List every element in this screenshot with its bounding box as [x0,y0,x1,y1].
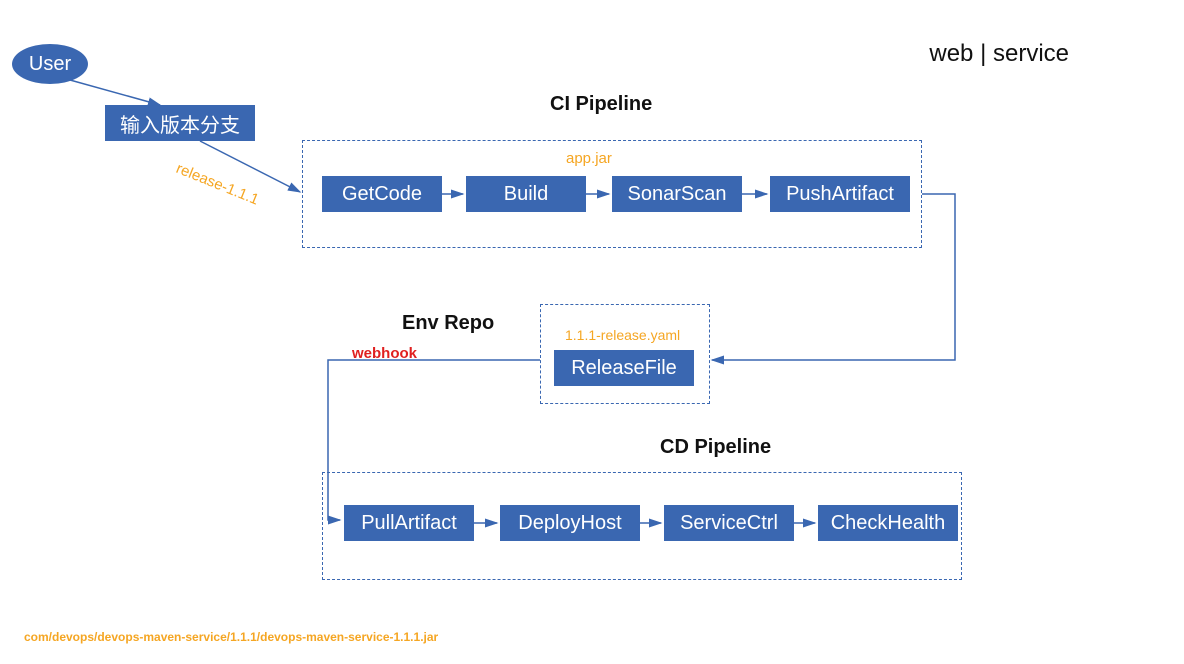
ci-step-pushartifact: PushArtifact [770,176,910,212]
cd-step-pullartifact: PullArtifact [344,505,474,541]
cd-step-deployhost: DeployHost [500,505,640,541]
input-branch-node: 输入版本分支 [105,105,255,141]
ci-step-getcode: GetCode [322,176,442,212]
ci-title: CI Pipeline [550,93,652,116]
release-label: release-1.1.1 [174,160,262,209]
cd-title: CD Pipeline [660,436,771,459]
cd-step-servicectrl: ServiceCtrl [664,505,794,541]
env-title: Env Repo [402,312,494,335]
user-node: User [12,44,88,84]
release-yaml-label: 1.1.1-release.yaml [565,327,680,343]
ci-step-sonarscan: SonarScan [612,176,742,212]
footer-artifact-path: com/devops/devops-maven-service/1.1.1/de… [24,630,438,644]
page-title: web | service [929,40,1069,68]
env-step-releasefile: ReleaseFile [554,350,694,386]
cd-step-checkhealth: CheckHealth [818,505,958,541]
appjar-label: app.jar [566,150,612,167]
webhook-label: webhook [352,345,417,362]
ci-step-build: Build [466,176,586,212]
